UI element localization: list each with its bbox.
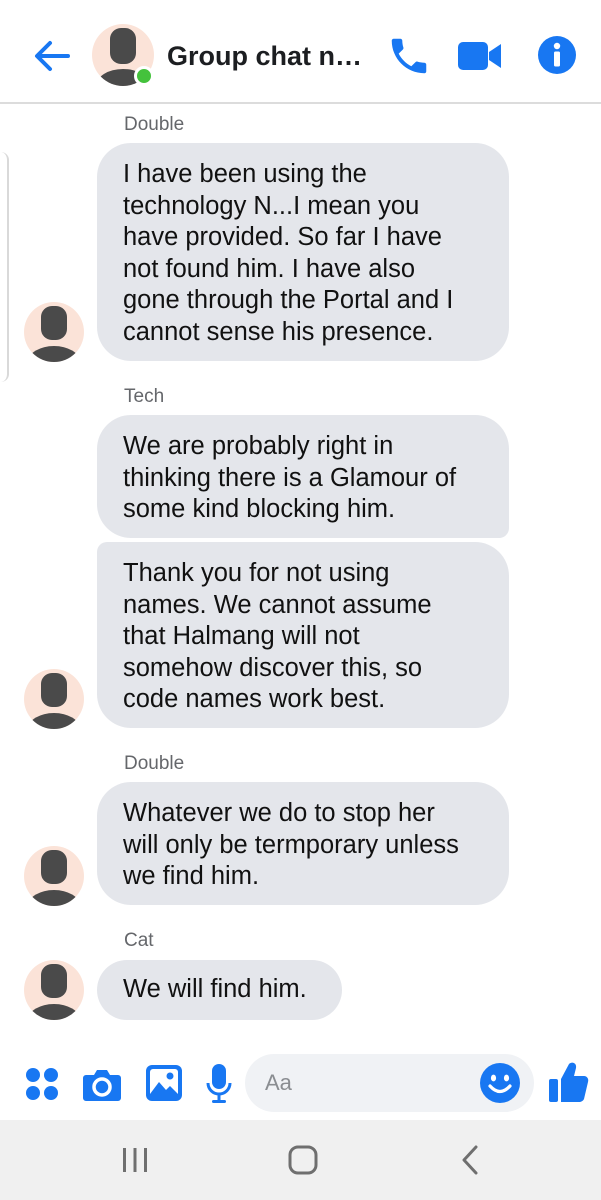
phone-icon[interactable] [386,33,432,79]
message-bubble[interactable]: Whatever we do to stop her will only be … [97,782,509,905]
emoji-icon[interactable] [479,1062,521,1104]
chat-header: Group chat na... [0,0,601,104]
message-bubble[interactable]: Thank you for not using names. We cannot… [97,542,509,728]
scroll-edge-indicator [0,152,9,382]
user-avatar[interactable] [24,302,84,362]
message-bubble[interactable]: We will find him. [97,960,342,1020]
home-icon[interactable] [283,1142,323,1178]
thumbs-up-icon[interactable] [547,1060,589,1104]
chat-title[interactable]: Group chat na... [167,38,372,74]
user-avatar[interactable] [24,846,84,906]
sender-name: Double [124,753,185,774]
sender-name: Double [124,114,185,135]
info-icon[interactable] [536,34,578,76]
user-avatar[interactable] [24,669,84,729]
back-icon[interactable] [451,1142,491,1178]
online-status-dot [134,66,154,86]
message-bubble[interactable]: I have been using the technology N...I m… [97,143,509,361]
message-bubble[interactable]: We are probably right in thinking there … [97,415,509,538]
microphone-icon[interactable] [206,1063,232,1105]
sender-name: Tech [124,386,165,407]
camera-icon[interactable] [82,1065,122,1103]
gallery-icon[interactable] [145,1064,183,1102]
recent-apps-icon[interactable] [115,1142,155,1178]
message-composer [0,1048,601,1118]
user-avatar[interactable] [24,960,84,1020]
messenger-chat-screen: Group chat na... Double I have been usin… [0,0,601,1200]
system-navigation-bar [0,1120,601,1200]
back-arrow-icon[interactable] [30,34,74,78]
video-camera-icon[interactable] [456,36,504,76]
sender-name: Cat [124,930,154,951]
apps-icon[interactable] [24,1066,60,1102]
